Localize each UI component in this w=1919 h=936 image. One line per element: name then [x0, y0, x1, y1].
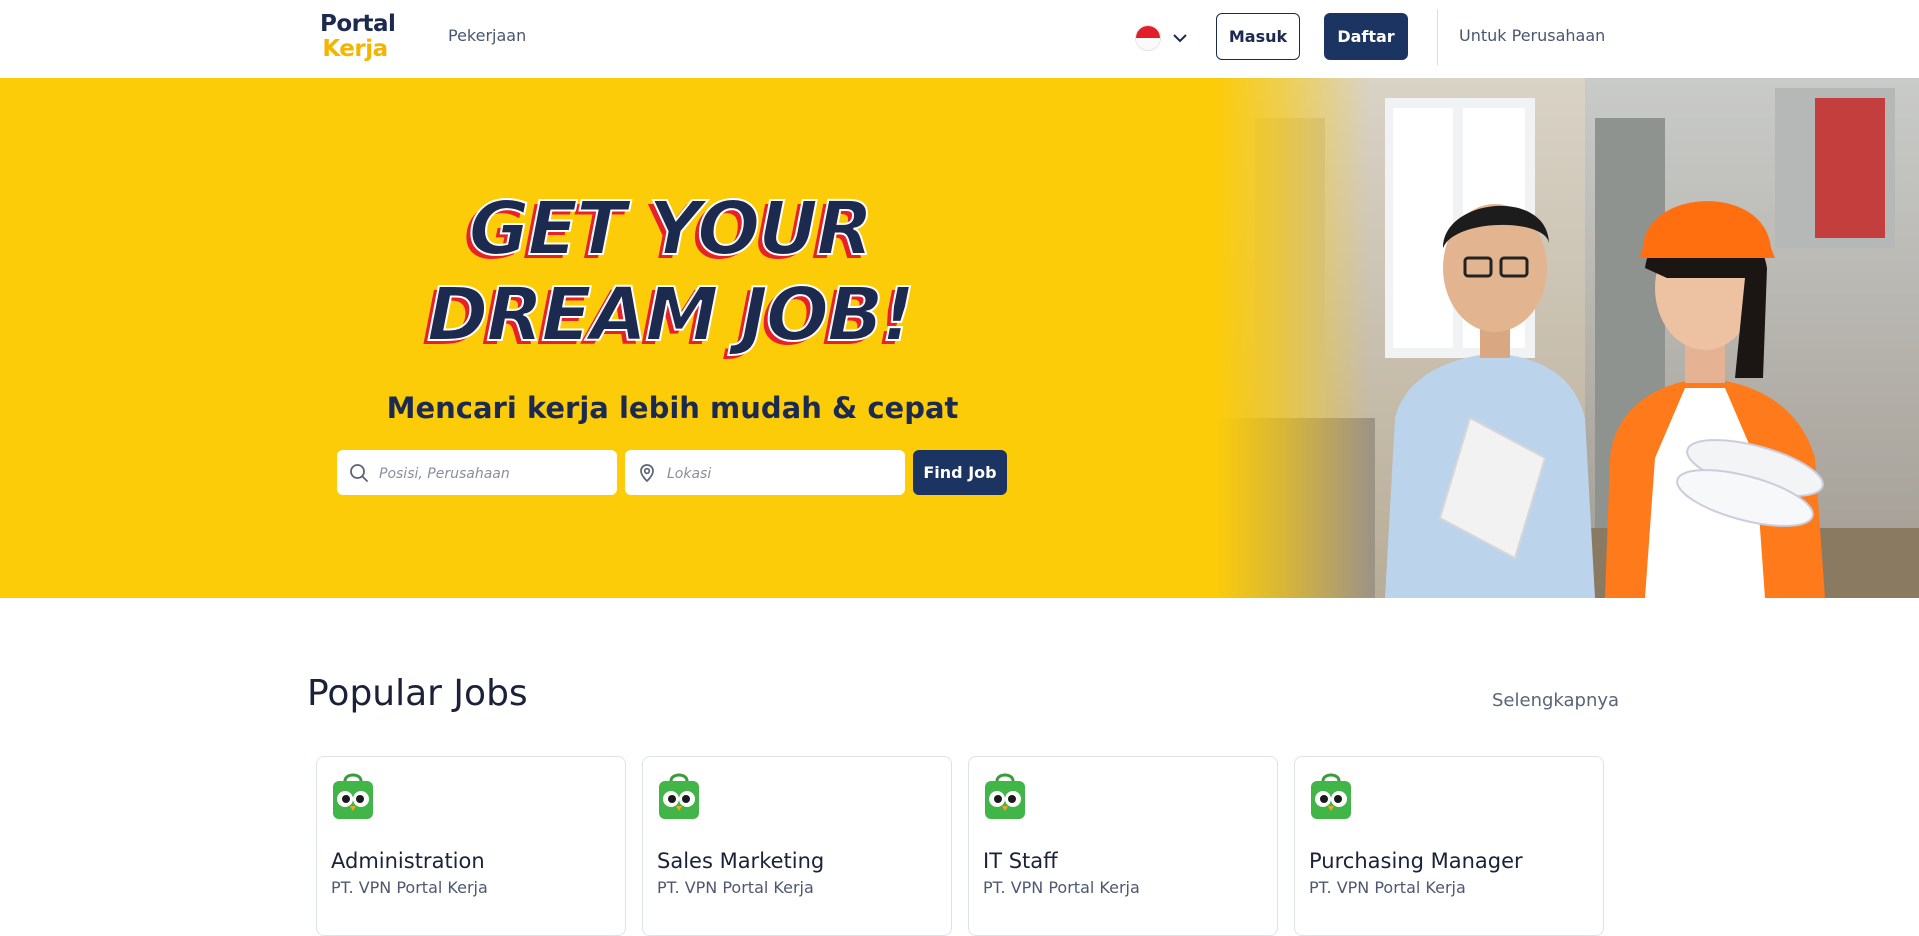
- hero-professionals-image: [1215, 78, 1919, 598]
- search-icon: [350, 464, 368, 482]
- job-company: PT. VPN Portal Kerja: [983, 878, 1140, 897]
- hero-banner: GET YOUR DREAM JOB! Mencari kerja lebih …: [0, 78, 1919, 598]
- find-job-button[interactable]: Find Job: [913, 450, 1007, 495]
- job-company: PT. VPN Portal Kerja: [331, 878, 488, 897]
- flag-indonesia-icon: [1136, 26, 1160, 50]
- job-title: Purchasing Manager: [1309, 849, 1523, 873]
- company-logo-owl-icon: [333, 773, 373, 819]
- header-divider: [1437, 9, 1438, 65]
- logo-text-portal: Portal: [320, 11, 396, 37]
- job-title: Sales Marketing: [657, 849, 825, 873]
- job-card[interactable]: Sales Marketing PT. VPN Portal Kerja: [642, 756, 952, 936]
- see-more-link[interactable]: Selengkapnya: [1492, 690, 1619, 711]
- company-logo-owl-icon: [1311, 773, 1351, 819]
- position-search-field[interactable]: [337, 450, 617, 497]
- logo-text-kerja: Kerja: [322, 36, 388, 62]
- nav-link-jobs[interactable]: Pekerjaan: [448, 26, 526, 45]
- language-selector[interactable]: [1134, 24, 1194, 54]
- company-logo-owl-icon: [985, 773, 1025, 819]
- hero-title-line2: DREAM JOB!: [426, 271, 916, 359]
- chevron-down-icon: [1173, 34, 1187, 43]
- job-title: Administration: [331, 849, 485, 873]
- location-pin-icon: [640, 464, 654, 483]
- job-card[interactable]: Purchasing Manager PT. VPN Portal Kerja: [1294, 756, 1604, 936]
- popular-jobs-heading: Popular Jobs: [307, 673, 528, 714]
- top-navbar: Portal Kerja Pekerjaan Masuk Daftar Untu…: [0, 0, 1919, 79]
- job-title: IT Staff: [983, 849, 1058, 873]
- register-button[interactable]: Daftar: [1324, 13, 1408, 60]
- location-search-field[interactable]: [625, 450, 905, 497]
- position-search-input[interactable]: [377, 450, 601, 497]
- location-search-input[interactable]: [665, 450, 889, 497]
- hero-title-line1: GET YOUR: [468, 185, 874, 273]
- job-card[interactable]: Administration PT. VPN Portal Kerja: [316, 756, 626, 936]
- job-card[interactable]: IT Staff PT. VPN Portal Kerja: [968, 756, 1278, 936]
- hero-subtitle: Mencari kerja lebih mudah & cepat: [386, 391, 959, 425]
- login-button[interactable]: Masuk: [1216, 13, 1300, 60]
- for-company-link[interactable]: Untuk Perusahaan: [1459, 26, 1605, 45]
- job-company: PT. VPN Portal Kerja: [657, 878, 814, 897]
- job-company: PT. VPN Portal Kerja: [1309, 878, 1466, 897]
- hero-title: GET YOUR DREAM JOB!: [400, 185, 940, 359]
- company-logo-owl-icon: [659, 773, 699, 819]
- portal-kerja-logo[interactable]: Portal Kerja: [320, 11, 396, 62]
